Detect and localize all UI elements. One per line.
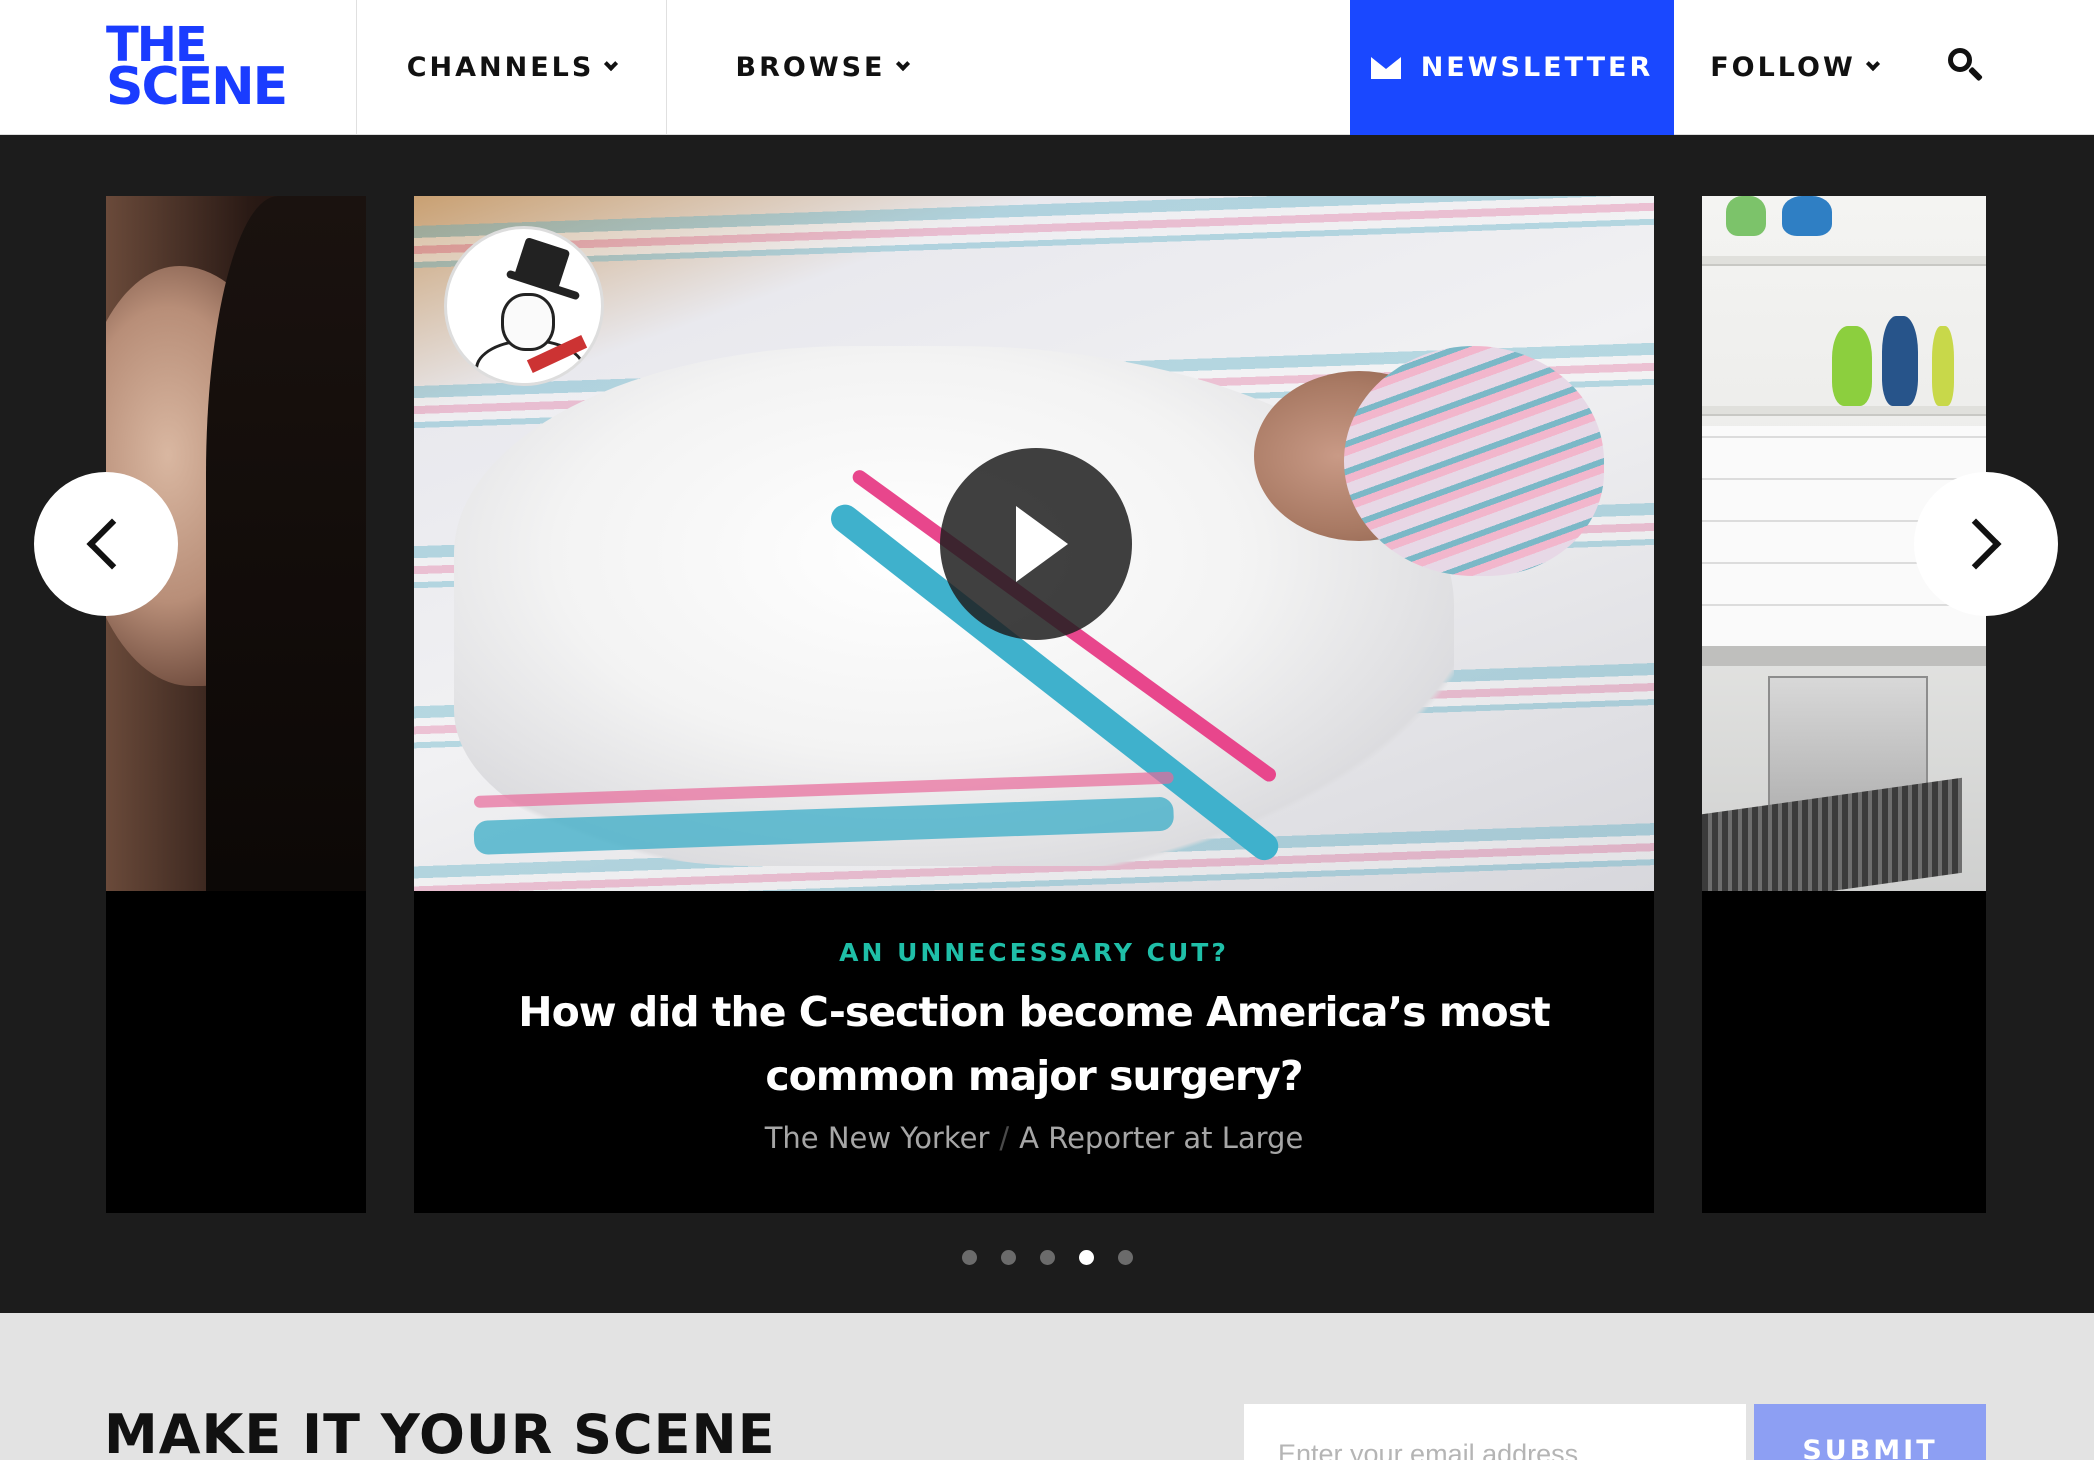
chevron-down-icon: [1865, 56, 1880, 71]
chevron-down-icon: [895, 56, 910, 71]
email-input[interactable]: [1244, 1404, 1746, 1460]
newsletter-button[interactable]: NEWSLETTER: [1350, 0, 1674, 135]
search-button[interactable]: [1944, 44, 1990, 90]
nav-follow-label: FOLLOW: [1710, 52, 1856, 83]
nav-follow-menu[interactable]: FOLLOW: [1674, 0, 1914, 135]
video-carousel: AN UNNECESSARY CUT? How did the C-sectio…: [0, 136, 2094, 1313]
logo-line-2: SCENE: [106, 57, 288, 117]
nav-channels-label: CHANNELS: [406, 52, 595, 83]
site-header: THE SCENE CHANNELS BROWSE NEWSLETTER FOL…: [0, 0, 2094, 135]
newsletter-label: NEWSLETTER: [1420, 52, 1654, 83]
nav-browse-label: BROWSE: [735, 52, 886, 83]
pagination-dot-active[interactable]: [1078, 1250, 1094, 1265]
carousel-prev-button[interactable]: [34, 472, 178, 616]
pagination-dot[interactable]: [1117, 1250, 1133, 1265]
pagination-dot[interactable]: [1039, 1250, 1055, 1265]
nav-browse-menu[interactable]: BROWSE: [667, 0, 976, 135]
carousel-pagination: [0, 1250, 2094, 1270]
signup-title: MAKE IT YOUR SCENE: [104, 1403, 776, 1460]
carousel-slide-previous[interactable]: [106, 196, 366, 1213]
the-scene-logo[interactable]: THE SCENE: [106, 21, 288, 117]
pagination-dot[interactable]: [1000, 1250, 1016, 1265]
nav-channels-menu[interactable]: CHANNELS: [357, 0, 666, 135]
source-series[interactable]: A Reporter at Large: [1019, 1121, 1303, 1155]
chevron-left-icon: [86, 518, 138, 570]
story-headline[interactable]: How did the C-section become America’s m…: [514, 980, 1554, 1108]
newsletter-signup: MAKE IT YOUR SCENE SUBMIT: [0, 1313, 2094, 1460]
mail-icon: [1370, 56, 1401, 79]
source-publication[interactable]: The New Yorker: [765, 1121, 990, 1155]
carousel-slide-next[interactable]: [1702, 196, 1986, 1213]
chevron-down-icon: [604, 56, 619, 71]
pagination-dot[interactable]: [961, 1250, 977, 1265]
carousel-next-button[interactable]: [1914, 472, 2058, 616]
story-source: The New Yorker / A Reporter at Large: [414, 1121, 1654, 1155]
chevron-right-icon: [1950, 518, 2002, 570]
story-kicker: AN UNNECESSARY CUT?: [839, 938, 1229, 967]
submit-button[interactable]: SUBMIT: [1754, 1404, 1986, 1460]
source-separator: /: [999, 1121, 1010, 1155]
